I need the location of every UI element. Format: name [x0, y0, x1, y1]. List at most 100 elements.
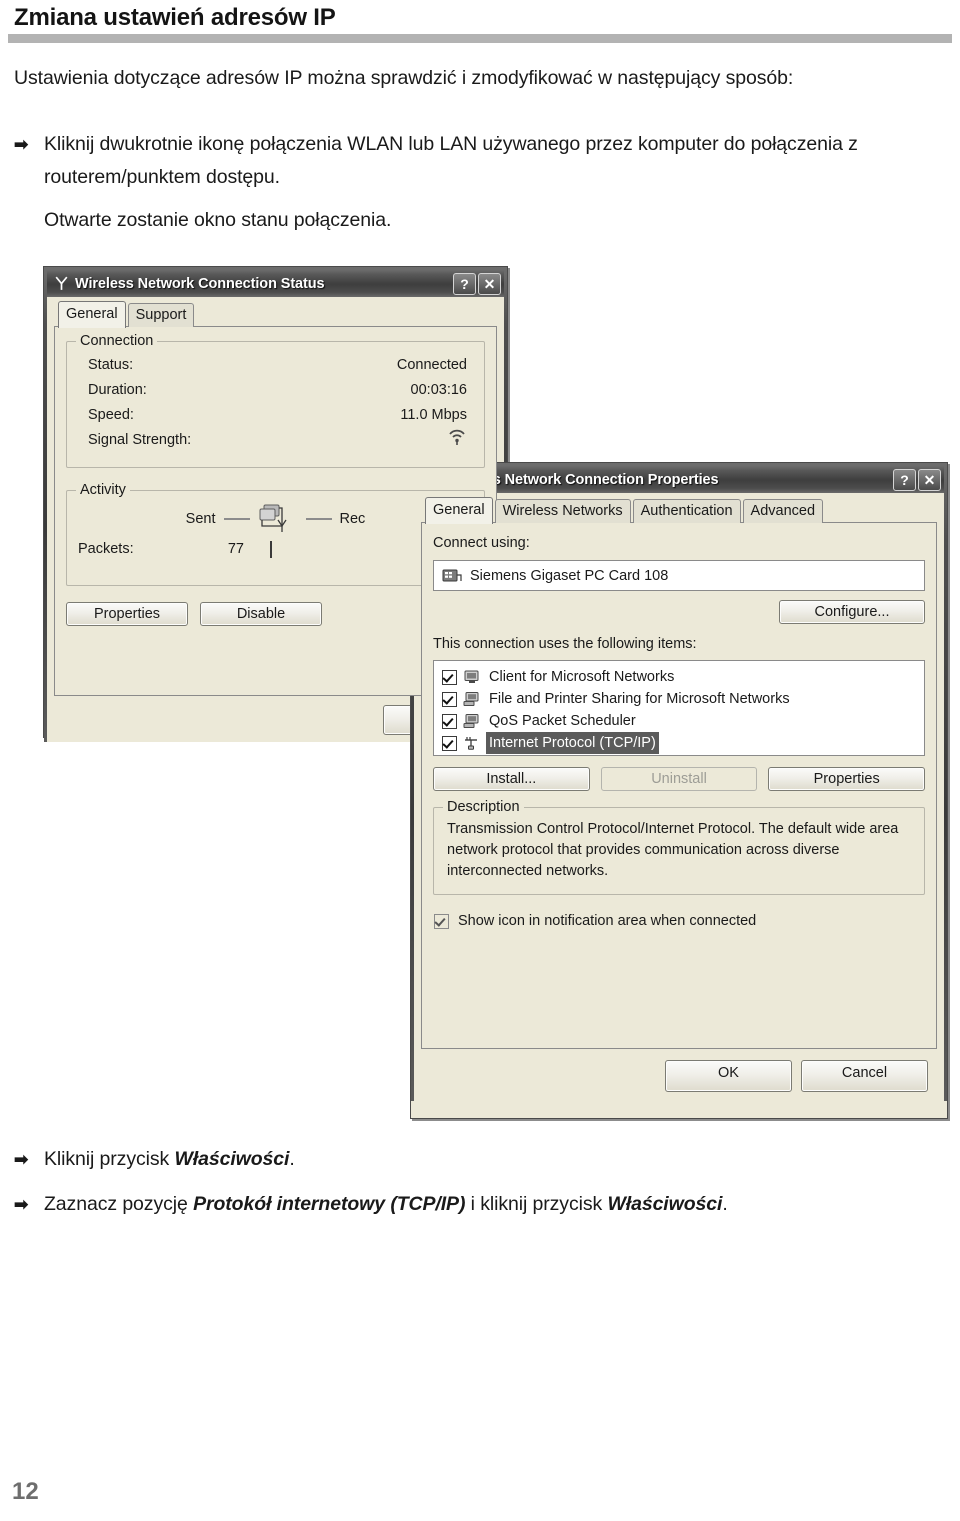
tab-general[interactable]: General — [58, 301, 126, 328]
bullet-1-subtext: Otwarte zostanie okno stanu połączenia. — [44, 209, 392, 231]
install-button-row: Install... Uninstall Properties — [433, 767, 926, 791]
status-row: Status: Connected — [78, 353, 473, 378]
item-checkbox[interactable] — [442, 735, 457, 751]
packets-sent-value: 77 — [227, 541, 244, 557]
bullet-item-3: ➡ Zaznacz pozycję Protokół internetowy (… — [14, 1188, 944, 1221]
connect-using-label: Connect using: — [433, 535, 530, 551]
properties-tabstrip: General Wireless Networks Authentication… — [421, 497, 937, 524]
duration-row-value: 00:03:16 — [410, 382, 467, 398]
signal-strength-row-label: Signal Strength: — [88, 432, 192, 448]
properties-button[interactable]: Properties — [66, 602, 188, 626]
status-titlebar[interactable]: Wireless Network Connection Status ? ✕ — [47, 270, 504, 297]
status-title-buttons: ? ✕ — [453, 272, 501, 295]
description-group: Description Transmission Control Protoco… — [433, 799, 925, 895]
tab-support[interactable]: Support — [127, 303, 195, 327]
adapter-name: Siemens Gigaset PC Card 108 — [470, 567, 669, 584]
properties-title-buttons: ? ✕ — [893, 468, 941, 491]
list-item[interactable]: Internet Protocol (TCP/IP) — [438, 732, 920, 754]
item-label: QoS Packet Scheduler — [489, 713, 636, 729]
list-item[interactable]: Client for Microsoft Networks — [438, 666, 920, 688]
properties-footer-bar: OK Cancel — [421, 1050, 937, 1101]
list-item[interactable]: File and Printer Sharing for Microsoft N… — [438, 688, 920, 710]
packets-label: Packets: — [78, 541, 134, 557]
wireless-antenna-icon — [55, 276, 68, 290]
tab-advanced[interactable]: Advanced — [742, 499, 824, 523]
activity-diagram: Sent Rec — [78, 502, 473, 536]
computer-icon — [463, 692, 479, 706]
show-icon-checkbox-row[interactable]: Show icon in notification area when conn… — [434, 910, 925, 932]
connection-group-label: Connection — [76, 333, 158, 349]
bullet-2-text: Kliknij przycisk Właściwości. — [44, 1143, 929, 1176]
speed-row-value: 11.0 Mbps — [400, 407, 467, 423]
arrow-icon: ➡ — [14, 135, 29, 154]
computer-icon — [463, 714, 479, 728]
adapter-field[interactable]: Siemens Gigaset PC Card 108 — [433, 560, 925, 591]
bullet-3-emphasis-1: Protokół internetowy (TCP/IP) — [193, 1193, 466, 1215]
list-item[interactable]: QoS Packet Scheduler — [438, 710, 920, 732]
bullet-3-mid: i kliknij przycisk — [465, 1193, 608, 1215]
status-row-label: Status: — [88, 357, 134, 373]
signal-strength-icon — [449, 429, 465, 445]
bullet-1-text: Kliknij dwukrotnie ikonę połączenia WLAN… — [44, 133, 858, 188]
cancel-button[interactable]: Cancel — [801, 1060, 928, 1092]
ok-button[interactable]: OK — [665, 1060, 792, 1092]
item-checkbox[interactable] — [442, 713, 457, 729]
sent-label: Sent — [185, 511, 216, 527]
received-line — [305, 518, 332, 520]
bullet-2-emphasis: Właściwości — [174, 1148, 290, 1170]
bullet-3-pre: Zaznacz pozycję — [44, 1193, 194, 1215]
bullet-item-1: ➡ Kliknij dwukrotnie ikonę połączenia WL… — [14, 128, 929, 237]
properties-title-text: Wireless Network Connection Properties — [442, 471, 719, 488]
show-icon-label: Show icon in notification area when conn… — [458, 913, 757, 929]
connection-group: Connection Status: Connected Duration: 0… — [66, 333, 485, 468]
pc-card-icon — [442, 569, 462, 581]
item-label: File and Printer Sharing for Microsoft N… — [489, 691, 790, 707]
signal-strength-row: Signal Strength: — [78, 428, 473, 455]
install-button[interactable]: Install... — [433, 767, 590, 791]
received-label: Rec — [339, 511, 366, 527]
bullet-3-text: Zaznacz pozycję Protokół internetowy (TC… — [44, 1188, 944, 1221]
duration-row: Duration: 00:03:16 — [78, 378, 473, 403]
bullet-3-emphasis-2: Właściwości — [607, 1193, 723, 1215]
wireless-network-connection-properties-dialog[interactable]: Wireless Network Connection Properties ?… — [410, 462, 948, 1119]
page-number: 12 — [12, 1478, 39, 1505]
protocol-properties-button[interactable]: Properties — [768, 767, 926, 791]
disable-button[interactable]: Disable — [200, 602, 322, 626]
help-button[interactable]: ? — [893, 468, 916, 491]
description-text: Transmission Control Protocol/Internet P… — [447, 821, 899, 879]
arrow-icon: ➡ — [14, 1150, 29, 1169]
tab-authentication[interactable]: Authentication — [632, 499, 741, 523]
properties-general-pane: Connect using: Siemens Gigaset PC Card 1… — [421, 522, 937, 1049]
speed-row: Speed: 11.0 Mbps — [78, 403, 473, 428]
items-label: This connection uses the following items… — [433, 636, 697, 652]
tab-general[interactable]: General — [425, 497, 493, 524]
status-tabstrip: General Support — [54, 301, 497, 328]
protocol-icon — [465, 737, 477, 750]
packets-divider — [270, 540, 272, 558]
speed-row-label: Speed: — [88, 407, 134, 423]
description-group-label: Description — [443, 799, 524, 815]
close-icon[interactable]: ✕ — [918, 468, 941, 491]
bullet-2-post: . — [289, 1148, 295, 1170]
item-checkbox[interactable] — [442, 691, 457, 707]
item-checkbox[interactable] — [442, 669, 457, 685]
show-icon-checkbox[interactable] — [434, 913, 449, 929]
intro-paragraph: Ustawienia dotyczące adresów IP można sp… — [14, 67, 794, 89]
configure-button[interactable]: Configure... — [779, 600, 925, 624]
item-label: Client for Microsoft Networks — [489, 669, 675, 685]
packets-row: Packets: 77 — [78, 536, 473, 562]
network-items-list[interactable]: Client for Microsoft Networks File and P… — [433, 660, 925, 756]
title-divider — [8, 34, 952, 43]
help-button[interactable]: ? — [453, 272, 476, 295]
close-icon[interactable]: ✕ — [478, 272, 501, 295]
status-title-text: Wireless Network Connection Status — [75, 275, 325, 292]
uninstall-button: Uninstall — [600, 767, 758, 791]
properties-window-body: General Wireless Networks Authentication… — [414, 493, 944, 1101]
tab-wireless-networks[interactable]: Wireless Networks — [494, 499, 631, 523]
page-title: Zmiana ustawień adresów IP — [14, 4, 336, 31]
properties-window-frame: Wireless Network Connection Properties ?… — [411, 463, 947, 1101]
duration-row-label: Duration: — [88, 382, 147, 398]
item-label: Internet Protocol (TCP/IP) — [486, 732, 659, 754]
bullet-2-pre: Kliknij przycisk — [44, 1148, 175, 1170]
configure-button-row: Configure... — [433, 600, 925, 624]
